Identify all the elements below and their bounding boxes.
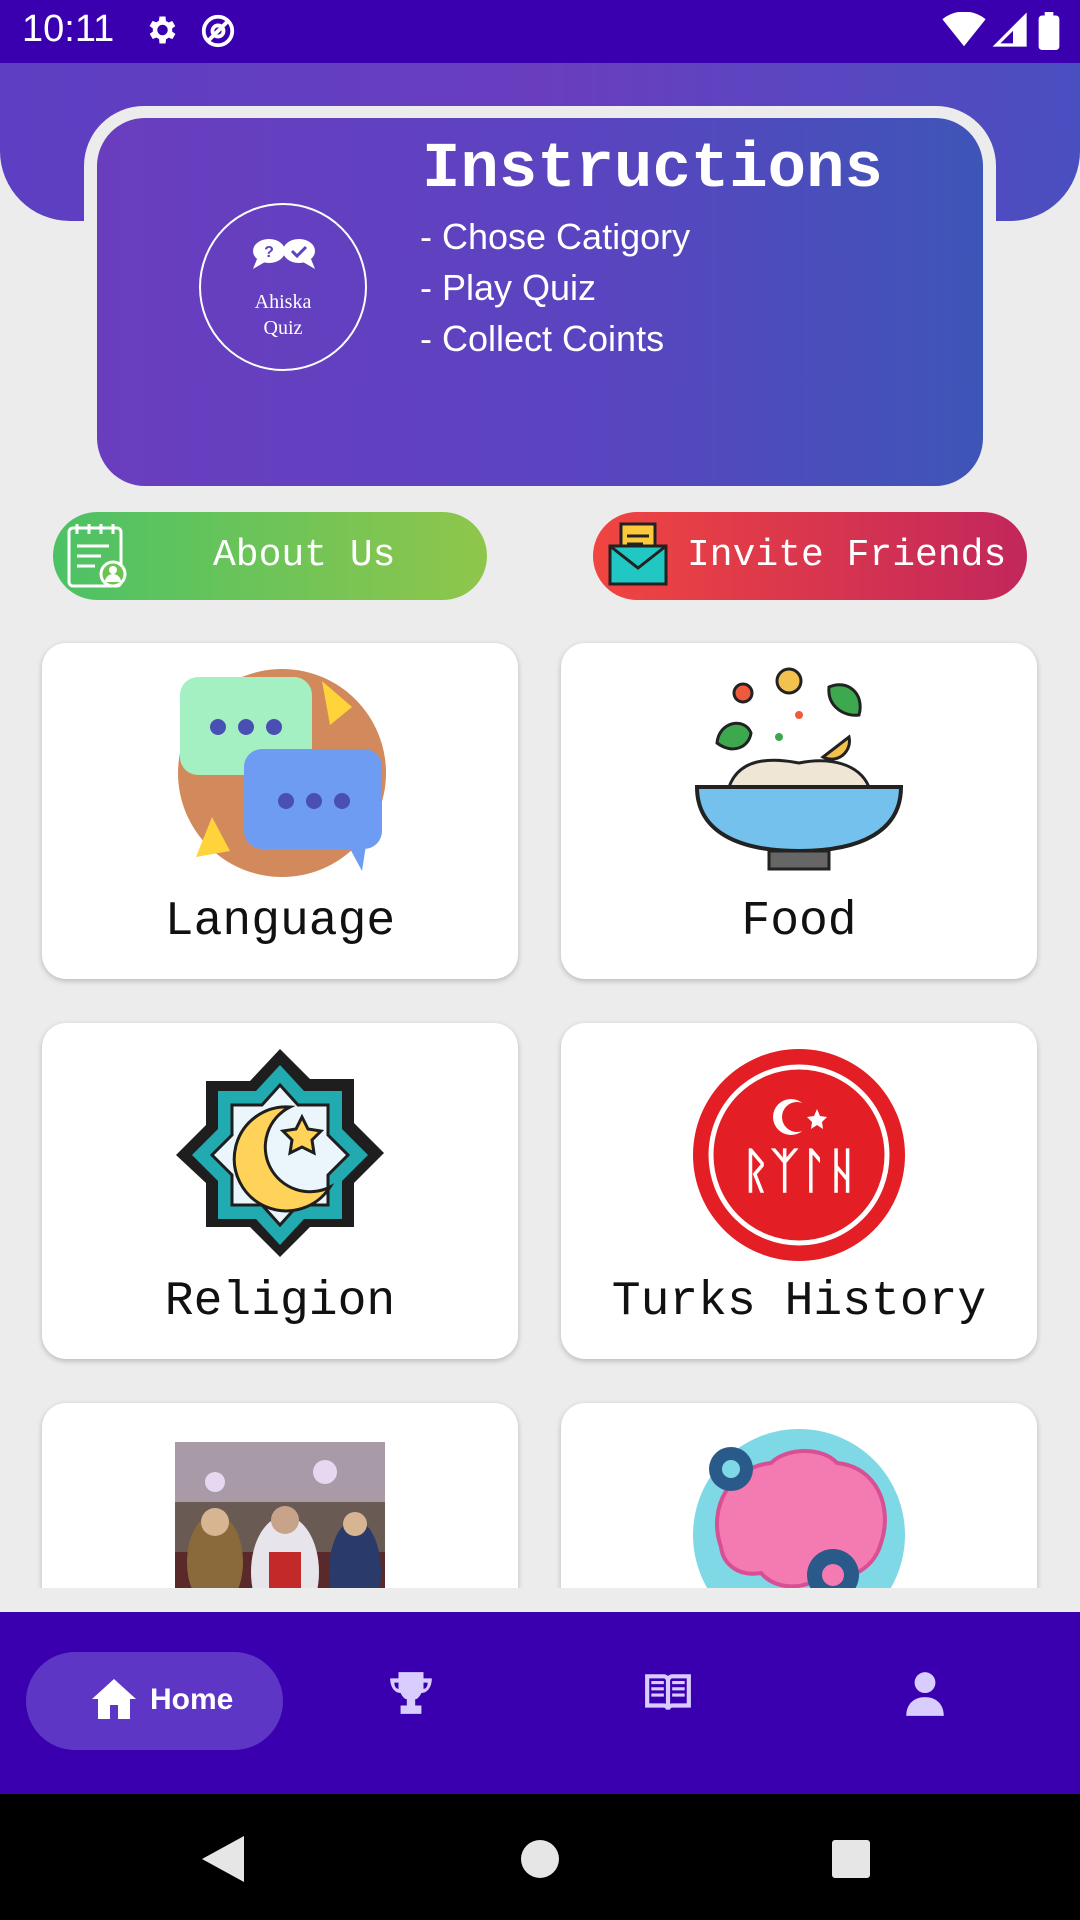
app-logo: ? Ahiska Quiz — [199, 203, 367, 371]
home-icon — [92, 1679, 136, 1719]
invite-friends-label: Invite Friends — [687, 534, 1007, 577]
category-label: Food — [741, 895, 857, 949]
crescent-star-icon — [176, 1049, 384, 1257]
food-bowl-icon — [694, 667, 904, 871]
turkic-emblem-icon: ᚱᛉᛚᚺ — [693, 1049, 905, 1261]
instructions-card: ? Ahiska Quiz Instructions - Chose Catig… — [97, 118, 983, 486]
about-us-label: About Us — [213, 534, 396, 577]
category-card-turks-history[interactable]: ᚱᛉᛚᚺ Turks History — [561, 1023, 1037, 1359]
category-label: Language — [164, 895, 396, 949]
recents-icon[interactable] — [832, 1840, 870, 1878]
back-icon[interactable] — [202, 1836, 244, 1882]
instructions-title: Instructions — [422, 134, 883, 206]
instruction-line: - Chose Catigory — [420, 216, 691, 257]
status-time: 10:11 — [22, 8, 115, 50]
nav-home-button[interactable]: Home — [26, 1652, 283, 1750]
wifi-icon — [942, 12, 986, 47]
bottom-navigation: Home — [0, 1612, 1080, 1794]
svg-text:ᚱᛉᛚᚺ: ᚱᛉᛚᚺ — [741, 1143, 856, 1199]
settings-icon — [149, 16, 176, 44]
signal-icon — [992, 12, 1027, 47]
svg-text:?: ? — [264, 244, 274, 261]
status-bar: 10:11 — [0, 0, 1080, 63]
chat-bubbles-icon — [178, 669, 386, 877]
category-card-religion[interactable]: Religion — [42, 1023, 518, 1359]
instruction-line: - Play Quiz — [420, 267, 597, 308]
category-label: Turks History — [611, 1275, 987, 1329]
clipboard-user-icon — [67, 524, 127, 588]
category-card-food[interactable]: Food — [561, 643, 1037, 979]
book-icon[interactable] — [643, 1668, 693, 1718]
logo-text: Ahiska Quiz — [254, 291, 312, 339]
system-navigation-bar — [0, 1794, 1080, 1920]
category-label: Religion — [164, 1275, 396, 1329]
category-card-language[interactable]: Language — [42, 643, 518, 979]
scroll-clip — [0, 1588, 1080, 1612]
at-sign-icon — [201, 14, 235, 48]
invite-friends-button[interactable]: Invite Friends — [593, 512, 1027, 600]
profile-icon[interactable] — [900, 1668, 950, 1718]
instruction-line: - Collect Coints — [420, 318, 665, 359]
battery-icon — [1038, 12, 1060, 50]
nav-home-label: Home — [150, 1683, 234, 1716]
trophy-icon[interactable] — [386, 1668, 436, 1718]
chat-bubbles-icon: ? — [253, 239, 315, 269]
mail-invite-icon — [608, 522, 668, 586]
home-circle-icon[interactable] — [520, 1839, 560, 1879]
about-us-button[interactable]: About Us — [53, 512, 487, 600]
